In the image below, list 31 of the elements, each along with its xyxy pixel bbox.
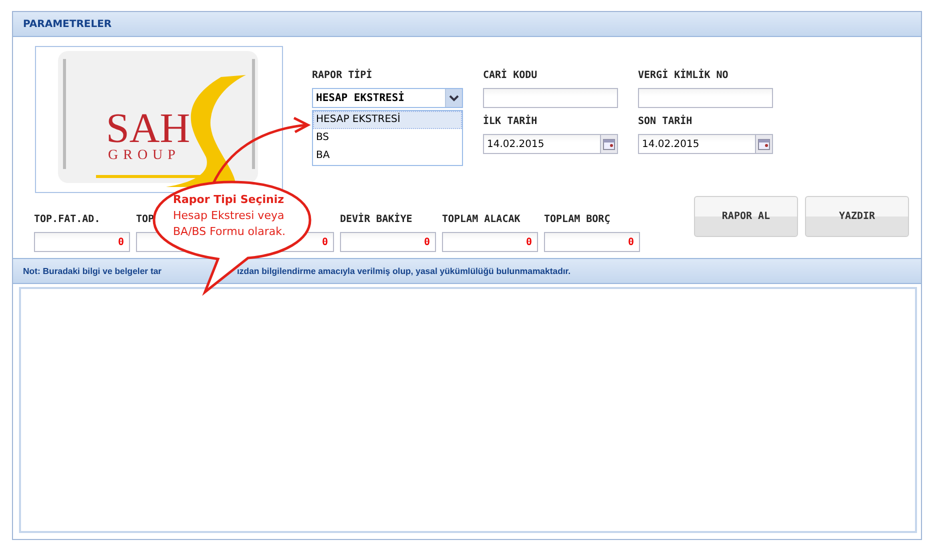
- tooltip-title: Rapor Tipi Seçiniz: [173, 192, 284, 208]
- logo-drawing: SAH GROUP: [58, 51, 258, 187]
- print-button[interactable]: YAZDIR: [805, 196, 909, 237]
- date-field[interactable]: 14.02.2015: [483, 134, 618, 154]
- input-field[interactable]: [483, 88, 618, 108]
- field-label: İLK TARİH: [483, 116, 538, 129]
- field-label: SON TARİH: [638, 116, 694, 129]
- input-field[interactable]: [638, 88, 773, 108]
- field-label: VERGİ KİMLİK NO: [638, 70, 730, 83]
- field-label: TOPLAM ALACAK: [442, 214, 520, 227]
- amount-field[interactable]: 0: [544, 232, 640, 252]
- amount-field[interactable]: 0: [34, 232, 130, 252]
- report-type-dropdown[interactable]: HESAP EKSTRESİ: [312, 88, 463, 108]
- field-label: DEVİR BAKİYE: [340, 214, 412, 227]
- date-field[interactable]: 14.02.2015: [638, 134, 773, 154]
- dropdown-option[interactable]: BA: [313, 147, 462, 165]
- field-label: TOPLAM BORÇ: [544, 214, 610, 227]
- calendar-icon[interactable]: [600, 135, 617, 153]
- calendar-icon[interactable]: [755, 135, 772, 153]
- field-label: RAPOR TİPİ: [312, 70, 374, 83]
- amount-field[interactable]: 0: [442, 232, 538, 252]
- dropdown-option[interactable]: BS: [313, 129, 462, 147]
- panel-title: PARAMETRELER: [23, 18, 112, 30]
- field-label: TOP.FAT.AD.: [34, 214, 100, 227]
- dropdown-option[interactable]: HESAP EKSTRESİ: [313, 111, 462, 129]
- report-button[interactable]: RAPOR AL: [694, 196, 798, 237]
- tooltip-text: Hesap Ekstresi veya BA/BS Formu olarak.: [173, 208, 286, 240]
- field-label: CARİ KODU: [483, 70, 538, 83]
- note-text: ızdan bilgilendirme amacıyla verilmiş olup, yasal yükümlülüğü bulunmamaktadır.: [237, 266, 571, 276]
- note-text: Not: Buradaki bilgi ve belgeler tar: [23, 266, 163, 276]
- amount-field[interactable]: 0: [340, 232, 436, 252]
